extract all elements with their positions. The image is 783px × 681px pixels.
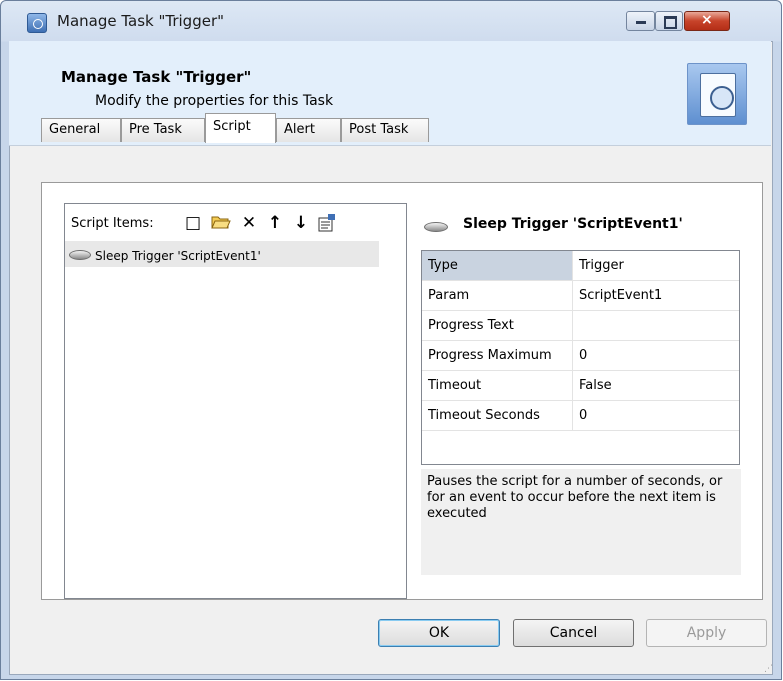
window-title: Manage Task "Trigger" [57,12,225,30]
tab-label: Script [213,119,251,134]
close-button[interactable]: × [684,11,730,31]
property-row[interactable]: Param ScriptEvent1 [422,281,739,311]
header-subtitle: Modify the properties for this Task [95,93,334,109]
property-description: Pauses the script for a number of second… [421,469,741,575]
sleep-trigger-icon [69,250,91,260]
tab-post-task[interactable]: Post Task [341,118,429,142]
property-row[interactable]: Timeout False [422,371,739,401]
property-value[interactable]: 0 [574,341,587,370]
title-bar[interactable]: Manage Task "Trigger" × [1,1,781,41]
property-row[interactable]: Type Trigger [422,251,739,281]
property-value[interactable]: Trigger [574,251,624,280]
new-item-icon[interactable]: □ [183,213,203,233]
task-clock-icon [687,63,747,125]
tab-label: Alert [284,122,315,137]
script-items-list[interactable]: Script Items: □ ✕ ↑ ↓ Sleep Trigger 'Scr… [64,203,407,599]
property-value[interactable]: ScriptEvent1 [574,281,662,310]
move-down-icon[interactable]: ↓ [291,213,311,233]
sleep-trigger-icon [424,222,448,232]
property-name: Progress Maximum [422,341,573,370]
header-title: Manage Task "Trigger" [61,68,252,86]
close-icon: × [701,12,713,28]
open-folder-icon[interactable] [211,213,231,233]
move-up-icon[interactable]: ↑ [265,213,285,233]
property-name: Type [422,251,573,280]
property-name: Param [422,281,573,310]
resize-grip-icon[interactable]: ⋰ [764,664,776,676]
property-value[interactable]: 0 [574,401,587,430]
property-name: Timeout Seconds [422,401,573,430]
property-value[interactable]: False [574,371,612,400]
property-name: Timeout [422,371,573,400]
maximize-button[interactable] [655,11,683,31]
cancel-button[interactable]: Cancel [513,619,634,647]
details-title: Sleep Trigger 'ScriptEvent1' [463,216,683,232]
property-row[interactable]: Progress Text [422,311,739,341]
properties-icon[interactable] [317,213,337,233]
tab-general[interactable]: General [41,118,121,142]
minimize-icon [636,21,646,24]
property-row[interactable]: Progress Maximum 0 [422,341,739,371]
list-item-label: Sleep Trigger 'ScriptEvent1' [95,249,261,263]
tab-alert[interactable]: Alert [276,118,341,142]
tab-pre-task[interactable]: Pre Task [121,118,205,142]
script-items-label: Script Items: [71,216,154,231]
minimize-button[interactable] [626,11,655,31]
property-value[interactable] [574,311,579,340]
tab-label: Post Task [349,122,409,137]
ok-button[interactable]: OK [378,619,500,647]
script-items-toolbar: Script Items: □ ✕ ↑ ↓ [65,204,406,234]
maximize-icon [664,16,677,29]
list-item[interactable]: Sleep Trigger 'ScriptEvent1' [65,241,379,267]
delete-icon[interactable]: ✕ [239,213,259,233]
app-icon [27,13,47,33]
tab-label: General [49,122,101,137]
tab-script[interactable]: Script [205,113,276,143]
apply-button[interactable]: Apply [646,619,767,647]
clock-shape [710,86,734,110]
property-name: Progress Text [422,311,573,340]
property-row[interactable]: Timeout Seconds 0 [422,401,739,431]
property-grid[interactable]: Type Trigger Param ScriptEvent1 Progress… [421,250,740,465]
tab-label: Pre Task [129,122,182,137]
